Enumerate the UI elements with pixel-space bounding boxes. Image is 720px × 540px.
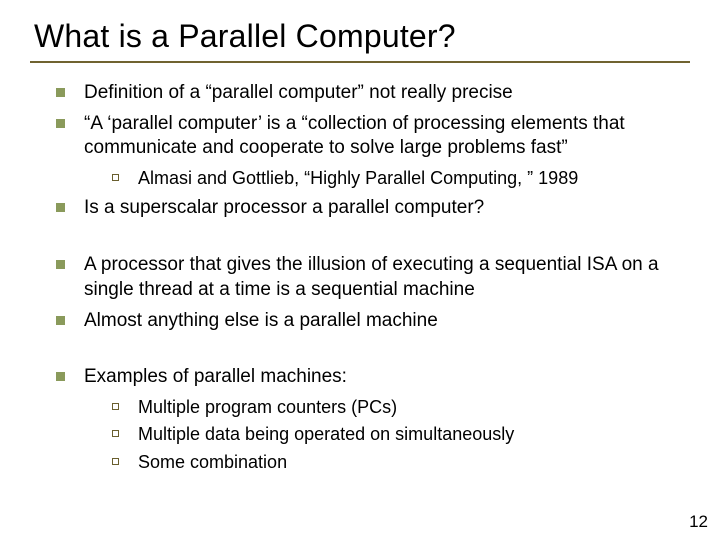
bullet-item: Is a superscalar processor a parallel co…: [56, 196, 690, 221]
spacer: [30, 339, 690, 365]
sub-bullet-item: Multiple data being operated on simultan…: [112, 423, 690, 446]
bullet-item: Definition of a “parallel computer” not …: [56, 81, 690, 106]
bullet-item: Almost anything else is a parallel machi…: [56, 309, 690, 334]
spacer: [30, 227, 690, 253]
bullet-list: Examples of parallel machines: Multiple …: [56, 365, 690, 474]
bullet-text: Examples of parallel machines:: [84, 366, 347, 387]
bullet-item: A processor that gives the illusion of e…: [56, 253, 690, 302]
sub-bullet-list: Multiple program counters (PCs) Multiple…: [112, 396, 690, 474]
bullet-text: “A ‘parallel computer’ is a “collection …: [84, 113, 625, 159]
slide-title: What is a Parallel Computer?: [34, 18, 690, 55]
title-underline: [30, 61, 690, 63]
sub-bullet-item: Multiple program counters (PCs): [112, 396, 690, 419]
bullet-item: “A ‘parallel computer’ is a “collection …: [56, 112, 690, 191]
bullet-list: Definition of a “parallel computer” not …: [56, 81, 690, 221]
bullet-list: A processor that gives the illusion of e…: [56, 253, 690, 333]
slide: What is a Parallel Computer? Definition …: [0, 0, 720, 540]
sub-bullet-list: Almasi and Gottlieb, “Highly Parallel Co…: [112, 167, 690, 190]
sub-bullet-item: Some combination: [112, 451, 690, 474]
bullet-item: Examples of parallel machines: Multiple …: [56, 365, 690, 474]
sub-bullet-item: Almasi and Gottlieb, “Highly Parallel Co…: [112, 167, 690, 190]
page-number: 12: [689, 512, 708, 532]
